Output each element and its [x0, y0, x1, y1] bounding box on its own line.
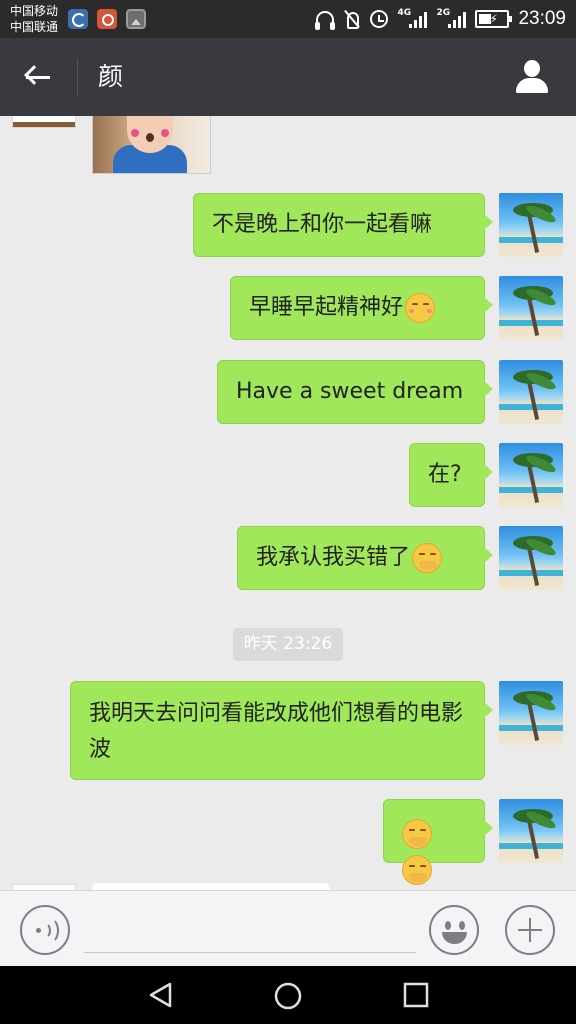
incoming-message[interactable]	[92, 883, 330, 890]
profile-button[interactable]	[514, 59, 550, 95]
status-time: 23:09	[518, 8, 566, 29]
outgoing-message[interactable]	[383, 799, 493, 885]
app-notification-icon	[97, 9, 117, 29]
more-options-button[interactable]	[505, 905, 555, 955]
my-avatar[interactable]	[499, 799, 563, 863]
chat-title: 颜	[98, 62, 124, 91]
contact-avatar[interactable]	[12, 116, 76, 128]
circle-home-icon	[274, 982, 302, 1010]
my-avatar[interactable]	[499, 193, 563, 257]
outgoing-message[interactable]: 我明天去问问看能改成他们想看的电影波	[70, 681, 493, 780]
message-text: 我明天去问问看能改成他们想看的电影波	[89, 701, 464, 762]
battery-charging-icon: ⚡	[475, 10, 513, 28]
carrier-1: 中国移动	[10, 4, 59, 18]
hug-emoji-icon	[402, 819, 432, 849]
image-message[interactable]	[92, 116, 211, 174]
message-text: 我承认我买错了	[256, 545, 411, 570]
outgoing-message[interactable]: 我承认我买错了	[237, 526, 493, 590]
nav-back-button[interactable]	[148, 982, 174, 1008]
triangle-back-icon	[149, 982, 172, 1008]
alarm-icon	[370, 10, 389, 28]
outgoing-message[interactable]: 早睡早起精神好	[230, 276, 493, 340]
status-bar: 中国移动 中国联通 4G 2G ⚡ 23:09	[0, 0, 576, 38]
hug-emoji-icon	[412, 543, 443, 573]
hug-emoji-icon	[402, 855, 432, 885]
my-avatar[interactable]	[499, 681, 563, 745]
input-bar	[0, 890, 576, 966]
gallery-icon	[126, 9, 146, 29]
outgoing-message[interactable]: 在?	[409, 443, 493, 507]
message-text: 在?	[428, 462, 462, 487]
carrier-2: 中国联通	[10, 20, 59, 34]
emoji-button[interactable]	[429, 905, 479, 955]
nav-home-button[interactable]	[273, 981, 303, 1011]
voice-input-button[interactable]	[20, 905, 70, 955]
chat-timestamp: 昨天 23:26	[233, 628, 343, 661]
nav-recent-button[interactable]	[403, 982, 429, 1008]
message-input[interactable]	[84, 905, 416, 953]
signal-icon: 2G	[436, 8, 467, 30]
status-icons: 4G 2G ⚡ 23:09	[315, 0, 566, 38]
message-text: 不是晚上和你一起看嘛	[212, 212, 433, 237]
outgoing-message[interactable]: 不是晚上和你一起看嘛	[193, 193, 493, 257]
square-recent-icon	[403, 982, 429, 1008]
headphones-icon	[315, 11, 336, 30]
person-icon	[524, 60, 540, 77]
outgoing-message[interactable]: Have a sweet dream	[217, 360, 493, 424]
header-divider	[77, 58, 78, 96]
chat-header: 颜	[0, 38, 576, 116]
carrier-info: 中国移动 中国联通	[10, 3, 58, 35]
message-text: 早睡早起精神好	[249, 295, 404, 320]
system-nav-bar	[0, 966, 576, 1024]
back-button[interactable]	[18, 57, 60, 97]
app-notification-icon	[68, 9, 88, 29]
my-avatar[interactable]	[499, 526, 563, 590]
my-avatar[interactable]	[499, 276, 563, 340]
signal-icon: 4G	[397, 8, 428, 30]
message-text: Have a sweet dream	[236, 379, 464, 404]
mute-icon	[343, 10, 361, 29]
emoji-face-icon	[445, 921, 451, 930]
my-avatar[interactable]	[499, 360, 563, 424]
chat-area[interactable]: 不是晚上和你一起看嘛 早睡早起精神好 Have a sweet dream 在?…	[0, 116, 576, 890]
my-avatar[interactable]	[499, 443, 563, 507]
smile-emoji-icon	[405, 293, 436, 323]
